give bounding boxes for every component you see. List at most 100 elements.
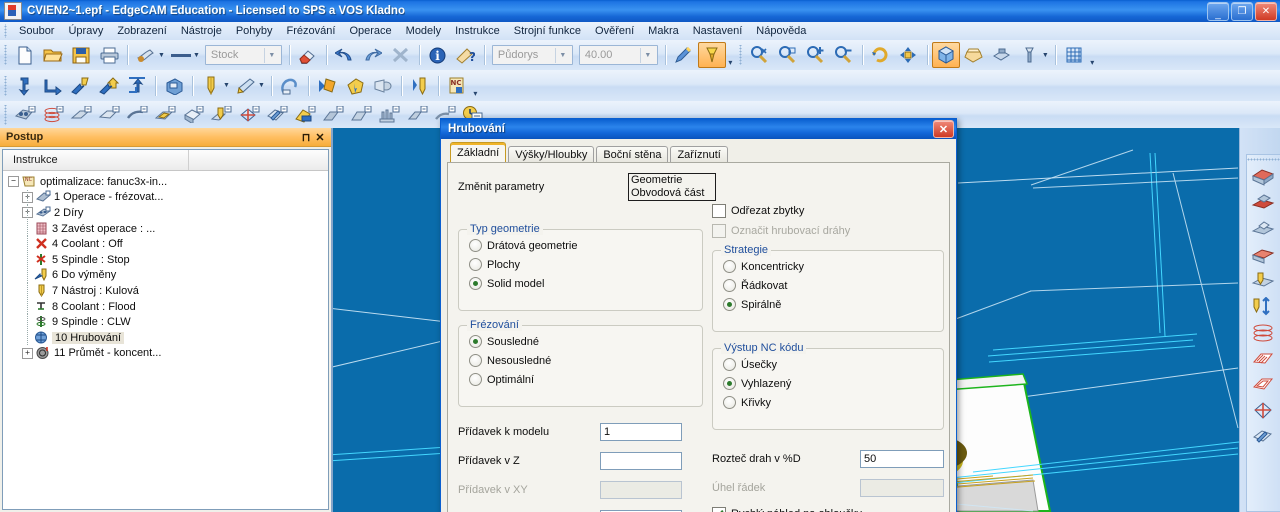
- helix-path-icon[interactable]: [1247, 319, 1278, 345]
- iso-view-icon[interactable]: [931, 42, 960, 68]
- ramp-icon[interactable]: [319, 102, 347, 128]
- view-combo[interactable]: Půdorys ▼: [491, 45, 573, 65]
- raster-path-icon[interactable]: [1247, 345, 1278, 371]
- toolbar-gripper[interactable]: [2, 104, 9, 125]
- collapse-icon[interactable]: −: [8, 176, 19, 188]
- rest-mill-icon[interactable]: [375, 102, 403, 128]
- roztec-drah-input[interactable]: 50: [860, 450, 944, 468]
- delete-icon[interactable]: [387, 42, 415, 68]
- tool-plunge-icon[interactable]: [1247, 267, 1278, 293]
- menu-instrukce[interactable]: Instrukce: [448, 24, 507, 38]
- tool-load-icon[interactable]: [341, 73, 369, 99]
- close-icon[interactable]: ✕: [313, 130, 327, 144]
- toolbar-gripper[interactable]: [2, 75, 9, 96]
- chevron-down-icon[interactable]: ▼: [554, 47, 570, 63]
- toolbar-overflow-icon[interactable]: ▾: [471, 74, 480, 98]
- radio-plochy[interactable]: Plochy: [469, 257, 702, 272]
- column-header-empty[interactable]: [189, 150, 328, 170]
- toolbar-gripper[interactable]: [1247, 155, 1280, 163]
- tab-zakladni[interactable]: Základní: [450, 142, 507, 163]
- toolbar-overflow-icon[interactable]: ▾: [726, 43, 735, 67]
- chamfer-icon[interactable]: [291, 102, 319, 128]
- zoom-out-icon[interactable]: [830, 42, 858, 68]
- tool-depth-icon[interactable]: [1247, 293, 1278, 319]
- change-params-listbox[interactable]: Geometrie Obvodová část: [628, 173, 716, 201]
- retract-icon[interactable]: [123, 73, 151, 99]
- radio-radkovat[interactable]: Řádkovat: [723, 278, 943, 293]
- radio-solid-model[interactable]: Solid model: [469, 276, 702, 291]
- expand-icon[interactable]: +: [22, 347, 33, 359]
- save-file-icon[interactable]: [67, 42, 95, 68]
- open-file-icon[interactable]: [39, 42, 67, 68]
- zoom-dynamic-icon[interactable]: [746, 42, 774, 68]
- close-icon[interactable]: ✕: [933, 120, 954, 138]
- tool-holder-icon[interactable]: [232, 73, 260, 99]
- tree-item-spindle-stop[interactable]: 5 Spindle : Stop: [3, 251, 328, 268]
- radio-vyhlazeny[interactable]: Vyhlazený: [723, 376, 943, 391]
- toolbar-overflow-icon[interactable]: ▾: [1088, 43, 1097, 67]
- render-view-icon[interactable]: [988, 42, 1016, 68]
- toolbar-gripper[interactable]: [736, 45, 744, 65]
- tree-item-hrubovani[interactable]: 10 Hrubování: [3, 329, 328, 346]
- tree-item-do-vymeny[interactable]: 6 Do výměny: [3, 267, 328, 284]
- radio-sousledne[interactable]: Sousledné: [469, 334, 702, 349]
- tree-item-coolant-flood[interactable]: 8 Coolant : Flood: [3, 298, 328, 315]
- menu-nastaveni[interactable]: Nastavení: [686, 24, 750, 38]
- checkbox-odrezat-zbytky[interactable]: Odřezat zbytky: [712, 203, 944, 218]
- toolbar-gripper[interactable]: [2, 45, 9, 65]
- radio-krivky[interactable]: Křivky: [723, 395, 943, 410]
- radio-optimalni[interactable]: Optimální: [469, 372, 702, 387]
- tree-item-prumet[interactable]: + 11 Průmět - koncent...: [3, 346, 328, 362]
- linear-move-icon[interactable]: [39, 73, 67, 99]
- machine-setup-icon[interactable]: [160, 73, 188, 99]
- menu-pohyby[interactable]: Pohyby: [229, 24, 280, 38]
- solid-rough-icon[interactable]: [179, 102, 207, 128]
- undo-icon[interactable]: [331, 42, 359, 68]
- helix-cycle-icon[interactable]: [39, 102, 67, 128]
- tab-bocni-stena[interactable]: Boční stěna: [596, 146, 669, 163]
- hatch-layer-icon[interactable]: [1247, 241, 1278, 267]
- pick-tool-icon[interactable]: [132, 42, 160, 68]
- engrave-icon[interactable]: [263, 102, 291, 128]
- radio-icon[interactable]: [723, 358, 736, 371]
- menu-frezovani[interactable]: Frézování: [280, 24, 343, 38]
- pridavek-k-modelu-input[interactable]: 1: [600, 423, 682, 441]
- radio-icon[interactable]: [469, 373, 482, 386]
- radio-icon-selected[interactable]: [723, 298, 736, 311]
- radio-spiralne[interactable]: Spirálně: [723, 297, 943, 312]
- checkbox-rychly-nahled[interactable]: Rychlý náhled na obloučky: [712, 506, 944, 512]
- clamp-icon[interactable]: [276, 73, 304, 99]
- radio-usecky[interactable]: Úsečky: [723, 357, 943, 372]
- step-icon[interactable]: [406, 73, 434, 99]
- menu-zobrazeni[interactable]: Zobrazení: [110, 24, 174, 38]
- menu-napoveda[interactable]: Nápověda: [749, 24, 813, 38]
- roughing-cycle-icon[interactable]: [151, 102, 179, 128]
- pencil-icon[interactable]: [670, 42, 698, 68]
- radio-icon[interactable]: [469, 258, 482, 271]
- multi-axis-path-icon[interactable]: [1247, 397, 1278, 423]
- tree-item-operace[interactable]: + 1 Operace - frézovat...: [3, 189, 328, 206]
- zoom-window-icon[interactable]: [774, 42, 802, 68]
- chevron-down-icon[interactable]: ▼: [639, 47, 655, 63]
- radio-icon[interactable]: [469, 239, 482, 252]
- engrave-path-icon[interactable]: [1247, 423, 1278, 449]
- tab-zariznuti[interactable]: Zaříznutí: [670, 146, 728, 163]
- tree-item-zavest-operace[interactable]: 3 Zavést operace : ...: [3, 220, 328, 237]
- profile-cycle-icon[interactable]: [11, 102, 39, 128]
- listbox-item-geometrie[interactable]: Geometrie: [631, 174, 713, 187]
- pridavek-v-z-input[interactable]: [600, 452, 682, 470]
- radio-icon-selected[interactable]: [469, 335, 482, 348]
- grid-icon[interactable]: [1060, 42, 1088, 68]
- measure-help-icon[interactable]: ?: [452, 42, 480, 68]
- plunge-rough-icon[interactable]: [347, 102, 375, 128]
- radio-icon[interactable]: [723, 279, 736, 292]
- menu-soubor[interactable]: Soubor: [12, 24, 61, 38]
- minimize-button[interactable]: _: [1207, 2, 1229, 21]
- close-button[interactable]: ✕: [1255, 2, 1277, 21]
- menu-nastroje[interactable]: Nástroje: [174, 24, 229, 38]
- listbox-item-obvodova-cast[interactable]: Obvodová část: [631, 187, 713, 200]
- radio-icon-selected[interactable]: [469, 277, 482, 290]
- eraser-icon[interactable]: [294, 42, 322, 68]
- shaded-view-icon[interactable]: [960, 42, 988, 68]
- pin-icon[interactable]: ⊓: [299, 130, 313, 144]
